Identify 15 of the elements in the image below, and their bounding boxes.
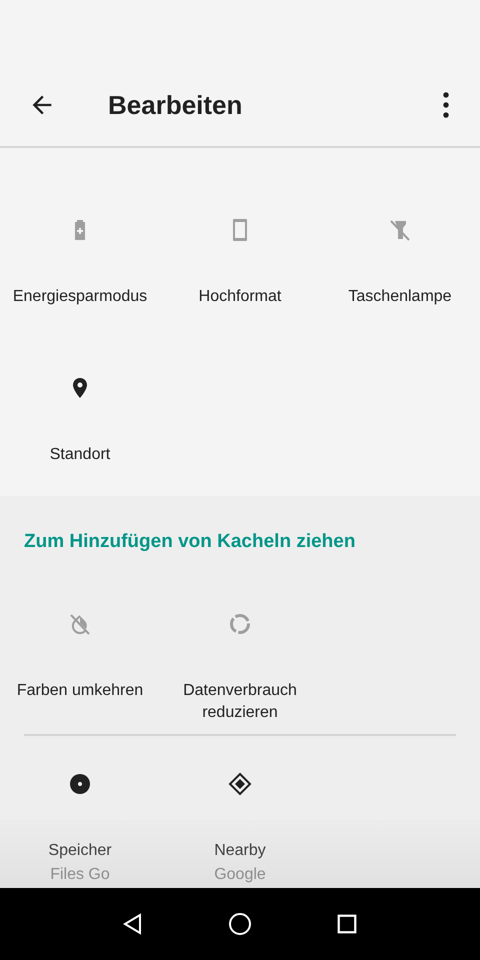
tile-label: Nearby [213,841,267,861]
page-title: Bearbeiten [108,90,244,120]
circle-home-icon [228,912,252,936]
square-recents-icon [336,913,358,935]
tile-label: Taschenlampe [347,287,453,307]
tile-label: Datenverbrauch reduzieren [182,681,298,723]
tile-subtitle: Google [214,865,266,885]
tile-label: Farben umkehren [16,681,144,701]
tile-label: Hochformat [198,287,282,307]
tile-label: Standort [48,445,112,465]
section-header: Zum Hinzufügen von Kacheln ziehen [23,530,356,554]
tile-label: Speicher [47,841,113,861]
tile-label: Energiesparmodus [12,287,148,307]
more-vertical-icon [443,92,449,118]
tile-subtitle: Files Go [50,865,110,885]
